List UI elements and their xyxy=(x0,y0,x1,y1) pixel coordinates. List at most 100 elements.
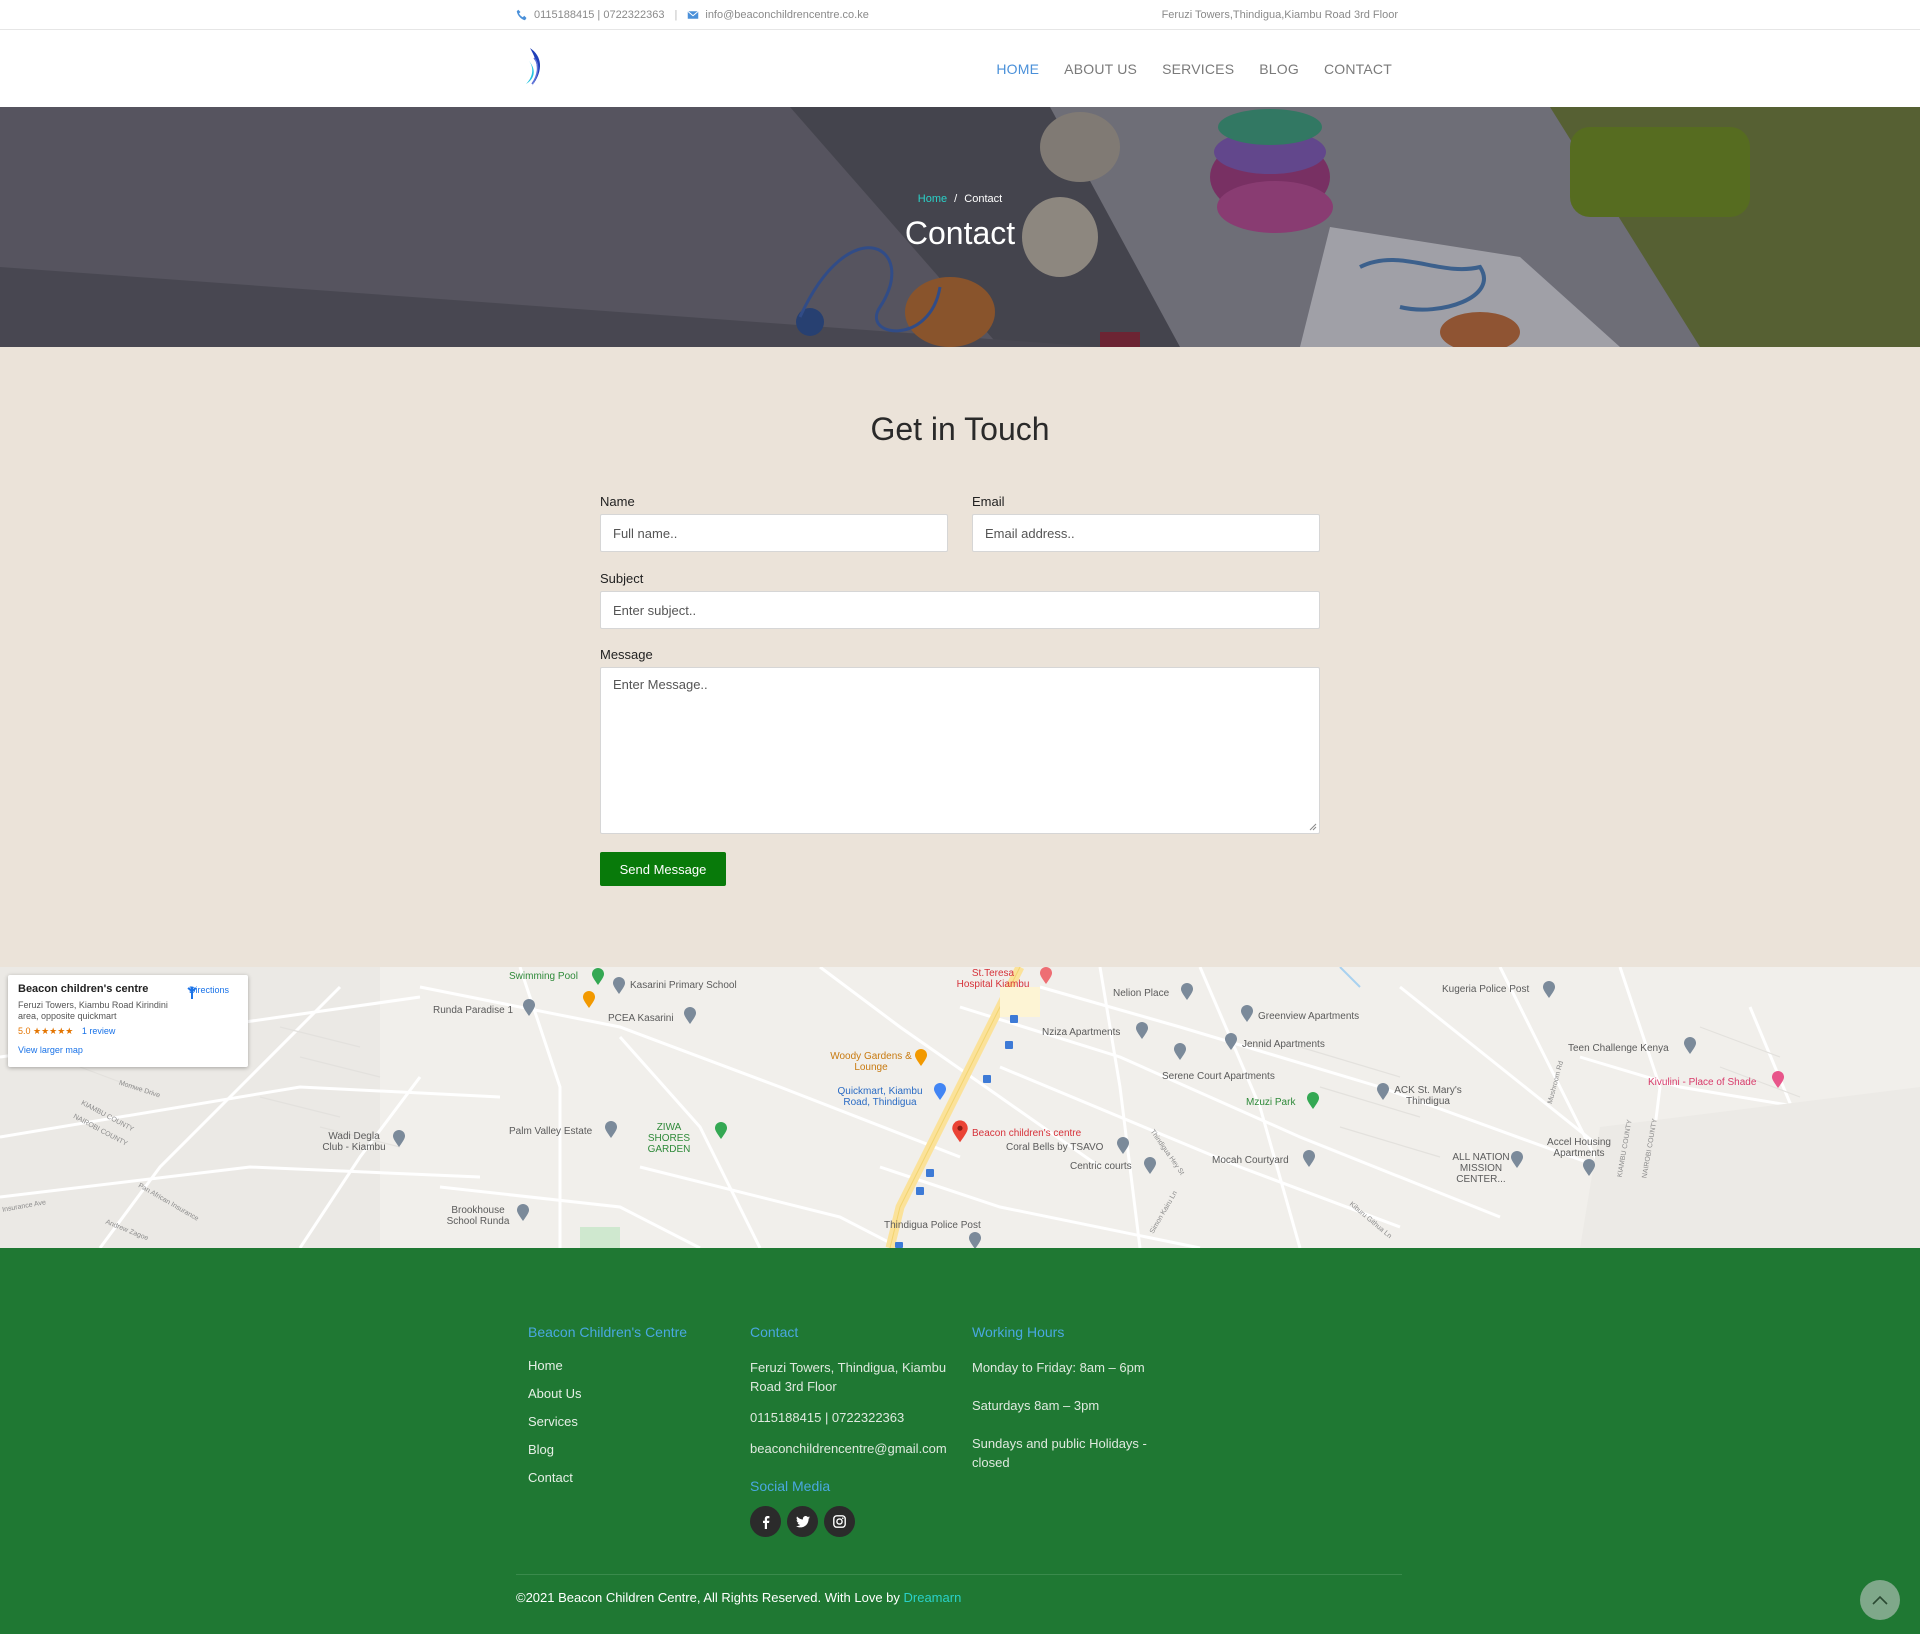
map-place-pcea[interactable]: PCEA Kasarini xyxy=(608,1013,674,1024)
map-pin-wadi-icon[interactable] xyxy=(392,1130,406,1148)
map-place-palm-valley[interactable]: Palm Valley Estate xyxy=(509,1126,592,1137)
map-pin-mocah-icon[interactable] xyxy=(1302,1150,1316,1168)
nav-services[interactable]: SERVICES xyxy=(1162,61,1234,77)
breadcrumb-separator: / xyxy=(954,193,958,205)
map-place-wadi-degla[interactable]: Wadi Degla Club - Kiambu xyxy=(318,1131,390,1153)
map-pin-coral-bells-icon[interactable] xyxy=(1116,1137,1130,1155)
view-larger-map-link[interactable]: View larger map xyxy=(18,1045,238,1055)
map-place-nziza[interactable]: Nziza Apartments xyxy=(1042,1027,1120,1038)
nav-blog[interactable]: BLOG xyxy=(1259,61,1299,77)
map-pin-teen-challenge-icon[interactable] xyxy=(1683,1037,1697,1055)
footer-link-about-us[interactable]: About Us xyxy=(528,1386,728,1401)
scroll-to-top-button[interactable] xyxy=(1860,1580,1900,1620)
twitter-icon xyxy=(795,1515,810,1527)
footer-link-services[interactable]: Services xyxy=(528,1414,728,1429)
map-place-kugeria[interactable]: Kugeria Police Post xyxy=(1442,984,1529,995)
nav-about-us[interactable]: ABOUT US xyxy=(1064,61,1137,77)
map-pin-woody-icon[interactable] xyxy=(914,1049,928,1067)
map-card-rating: 5.0 ★★★★★ xyxy=(18,1026,74,1036)
footer-copyright: ©2021 Beacon Children Centre, All Rights… xyxy=(516,1590,961,1605)
footer-address: Feruzi Towers, Thindigua, Kiambu Road 3r… xyxy=(750,1360,947,1394)
map-place-centric[interactable]: Centric courts xyxy=(1070,1161,1132,1172)
map-place-beacon[interactable]: Beacon children's centre xyxy=(972,1128,1081,1139)
map-place-accel[interactable]: Accel Housing Apartments xyxy=(1534,1137,1624,1159)
facebook-button[interactable] xyxy=(750,1506,781,1537)
map-place-all-nation[interactable]: ALL NATION MISSION CENTER... xyxy=(1442,1152,1520,1185)
map-pin-jennid-icon[interactable] xyxy=(1224,1033,1238,1051)
map-pin-all-nation-icon[interactable] xyxy=(1510,1151,1524,1169)
map-place-st-teresa[interactable]: St.Teresa Hospital Kiambu xyxy=(953,968,1033,990)
map-card-reviews-link[interactable]: 1 review xyxy=(82,1026,116,1036)
map-place-ziwa-shores[interactable]: ZIWA SHORES GARDEN xyxy=(636,1122,702,1155)
message-textarea[interactable]: Enter Message.. xyxy=(600,667,1320,834)
map-pin-thindigua-police-icon[interactable] xyxy=(968,1232,982,1248)
email-label: Email xyxy=(972,494,1005,509)
nav-home[interactable]: HOME xyxy=(996,61,1039,77)
directions-button[interactable]: Directions xyxy=(184,985,234,999)
footer-phone[interactable]: 0115188415 | 0722322363 xyxy=(750,1408,950,1427)
map-place-greenview[interactable]: Greenview Apartments xyxy=(1258,1011,1359,1022)
name-input[interactable]: Full name.. xyxy=(600,514,948,552)
map-pin-centric-icon[interactable] xyxy=(1143,1157,1157,1175)
breadcrumb: Home / Contact xyxy=(0,193,1920,205)
map-place-runda-paradise[interactable]: Runda Paradise 1 xyxy=(433,1005,513,1016)
map-pin-nelion-icon[interactable] xyxy=(1180,983,1194,1001)
map-pin-pcea-icon[interactable] xyxy=(683,1007,697,1025)
map-place-jennid[interactable]: Jennid Apartments xyxy=(1242,1039,1325,1050)
map-pin-greenview-icon[interactable] xyxy=(1240,1005,1254,1023)
map-pin-serene-icon[interactable] xyxy=(1173,1043,1187,1061)
map-pin-brookhouse-icon[interactable] xyxy=(516,1204,530,1222)
breadcrumb-current: Contact xyxy=(964,193,1003,205)
map-pin-kasarini-school-icon[interactable] xyxy=(612,977,626,995)
footer-link-contact[interactable]: Contact xyxy=(528,1470,728,1485)
map-place-brookhouse[interactable]: Brookhouse School Runda xyxy=(442,1205,514,1227)
topbar-phone-text: 0115188415 | 0722322363 xyxy=(534,9,665,21)
map-place-nelion[interactable]: Nelion Place xyxy=(1113,988,1169,999)
email-input[interactable]: Email address.. xyxy=(972,514,1320,552)
topbar-phone[interactable]: 0115188415 | 0722322363 xyxy=(516,9,665,21)
contact-heading: Get in Touch xyxy=(870,411,1050,447)
map-pin-mzuzi-icon[interactable] xyxy=(1306,1092,1320,1110)
map-place-mzuzi[interactable]: Mzuzi Park xyxy=(1246,1097,1295,1108)
map-pin-kivulini-icon[interactable] xyxy=(1771,1071,1785,1089)
send-message-button[interactable]: Send Message xyxy=(600,852,726,886)
instagram-button[interactable] xyxy=(824,1506,855,1537)
footer-link-blog[interactable]: Blog xyxy=(528,1442,728,1457)
map-place-swimming-pool[interactable]: Swimming Pool xyxy=(509,971,578,982)
resize-grip-icon[interactable] xyxy=(1309,823,1317,831)
map-place-kivulini[interactable]: Kivulini - Place of Shade xyxy=(1648,1077,1756,1088)
map-place-thindigua-police[interactable]: Thindigua Police Post xyxy=(884,1220,981,1231)
map-pin-beacon-icon[interactable] xyxy=(951,1120,969,1144)
map-pin-hospital-icon[interactable] xyxy=(1039,967,1053,985)
map-pin-accel-icon[interactable] xyxy=(1582,1159,1596,1177)
google-map[interactable]: Beacon children's centre Feruzi Towers, … xyxy=(0,967,1920,1248)
footer-email[interactable]: beaconchildrencentre@gmail.com xyxy=(750,1439,950,1458)
map-place-kasarini-school[interactable]: Kasarini Primary School xyxy=(630,980,737,991)
map-pin-palm-valley-icon[interactable] xyxy=(604,1121,618,1139)
map-place-coral-bells[interactable]: Coral Bells by TSAVO xyxy=(1006,1142,1103,1153)
map-place-mocah[interactable]: Mocah Courtyard xyxy=(1212,1155,1289,1166)
map-pin-restaurant-icon[interactable] xyxy=(582,991,596,1009)
map-place-serene-court[interactable]: Serene Court Apartments xyxy=(1162,1071,1275,1082)
map-pin-swimming-pool-icon[interactable] xyxy=(591,968,605,986)
breadcrumb-home[interactable]: Home xyxy=(918,193,947,205)
map-place-teen-challenge[interactable]: Teen Challenge Kenya xyxy=(1568,1043,1669,1054)
map-pin-runda-paradise-icon[interactable] xyxy=(522,999,536,1017)
nav-contact[interactable]: CONTACT xyxy=(1324,61,1392,77)
map-pin-kugeria-icon[interactable] xyxy=(1542,981,1556,999)
footer-col-hours: Working Hours Monday to Friday: 8am – 6p… xyxy=(972,1324,1162,1484)
map-pin-ziwa-icon[interactable] xyxy=(714,1122,728,1140)
map-place-ack[interactable]: ACK St. Mary's Thindigua xyxy=(1392,1085,1464,1107)
subject-input[interactable]: Enter subject.. xyxy=(600,591,1320,629)
credit-link[interactable]: Dreamarn xyxy=(904,1590,962,1605)
logo-icon[interactable] xyxy=(520,46,554,88)
map-place-woody-gardens[interactable]: Woody Gardens & Lounge xyxy=(828,1051,914,1073)
map-pin-quickmart-icon[interactable] xyxy=(933,1083,947,1101)
topbar-email[interactable]: info@beaconchildrencentre.co.ke xyxy=(687,9,869,21)
twitter-button[interactable] xyxy=(787,1506,818,1537)
map-pin-ack-icon[interactable] xyxy=(1376,1083,1390,1101)
page-title: Contact xyxy=(904,215,1016,251)
map-pin-nziza-icon[interactable] xyxy=(1135,1022,1149,1040)
footer-link-home[interactable]: Home xyxy=(528,1358,728,1373)
map-place-quickmart[interactable]: Quickmart, Kiambu Road, Thindigua xyxy=(832,1086,928,1108)
